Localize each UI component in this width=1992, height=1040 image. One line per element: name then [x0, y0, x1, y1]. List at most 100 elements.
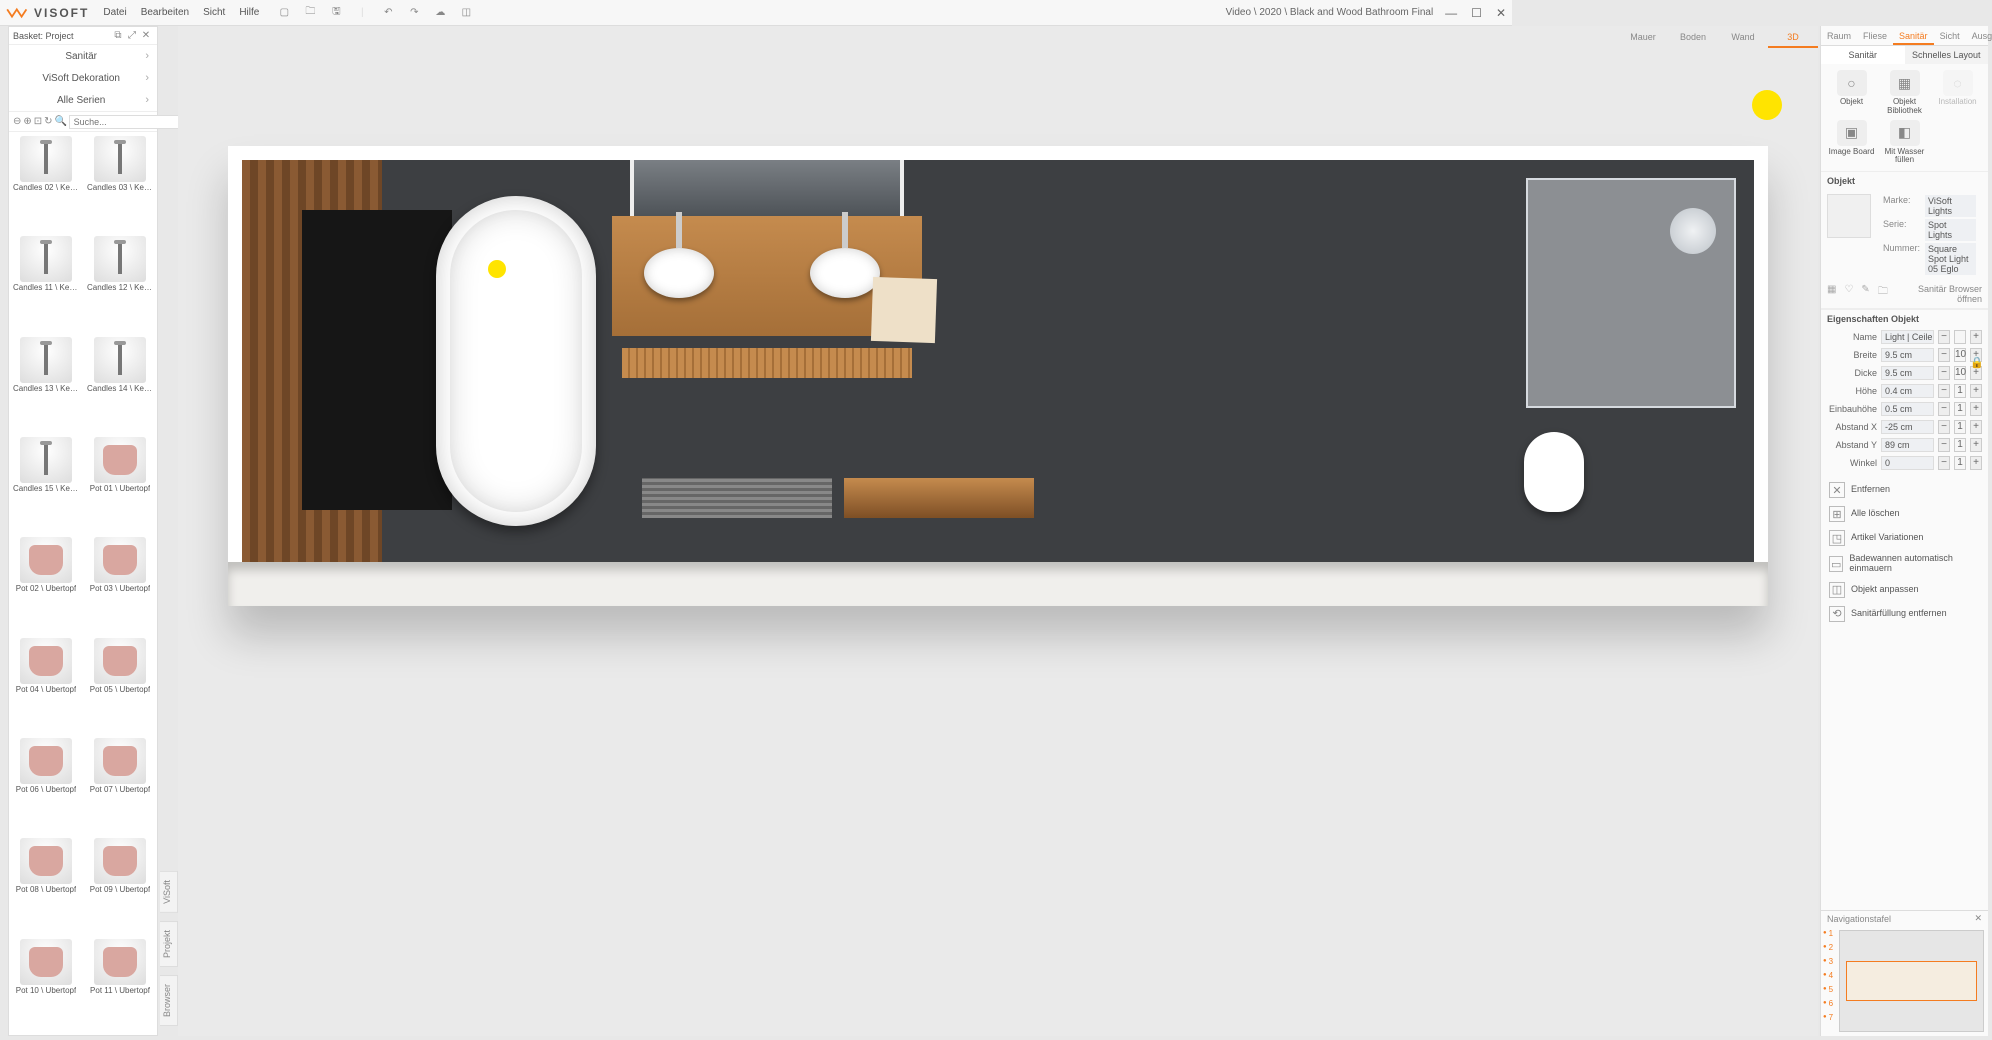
- menu-sicht[interactable]: Sicht: [203, 7, 225, 18]
- asset-thumb[interactable]: Candles 14 \ Kerzen: [83, 333, 157, 433]
- menu-datei[interactable]: Datei: [103, 7, 126, 18]
- grid-icon[interactable]: ▦: [1827, 284, 1836, 304]
- asset-thumb[interactable]: Candles 13 \ Kerzen: [9, 333, 83, 433]
- asset-thumb[interactable]: Candles 11 \ Kerzen: [9, 232, 83, 332]
- increment-button[interactable]: +: [1970, 402, 1982, 416]
- refresh-icon[interactable]: ↻: [44, 116, 52, 128]
- minimize-icon[interactable]: —: [1445, 6, 1457, 20]
- menu-hilfe[interactable]: Hilfe: [239, 7, 259, 18]
- menu-bearbeiten[interactable]: Bearbeiten: [141, 7, 189, 18]
- asset-thumb[interactable]: Candles 03 \ Kerzen: [83, 132, 157, 232]
- viewtab-boden[interactable]: Boden: [1668, 26, 1718, 48]
- prop-value[interactable]: 0.5 cm: [1881, 402, 1934, 416]
- expand-icon[interactable]: ⤢: [125, 30, 139, 41]
- increment-button[interactable]: +: [1970, 456, 1982, 470]
- asset-thumb[interactable]: Candles 15 \ Kerze: [9, 433, 83, 533]
- maximize-icon[interactable]: ☐: [1471, 6, 1482, 20]
- favorite-icon[interactable]: ♡: [1844, 284, 1853, 304]
- tool-image-board[interactable]: ▣Image Board: [1827, 120, 1876, 166]
- nav-point-7[interactable]: 7: [1821, 1010, 1835, 1024]
- asset-thumb[interactable]: Candles 02 \ Kerze: [9, 132, 83, 232]
- accordion-alle-serien[interactable]: Alle Serien›: [9, 89, 157, 111]
- action-entfernen[interactable]: ✕Entfernen: [1821, 478, 1988, 502]
- nav-point-2[interactable]: 2: [1821, 940, 1835, 954]
- subtab-schnelles-layout[interactable]: Schnelles Layout: [1905, 46, 1989, 64]
- edit-icon[interactable]: ✎: [1861, 284, 1869, 304]
- tool-objekt[interactable]: ○Objekt: [1827, 70, 1876, 116]
- decrement-button[interactable]: −: [1938, 348, 1950, 362]
- rtab-fliese[interactable]: Fliese: [1857, 26, 1893, 45]
- nav-point-1[interactable]: 1: [1821, 926, 1835, 940]
- tool-objekt-bibliothek[interactable]: ▦Objekt Bibliothek: [1880, 70, 1929, 116]
- action-sanit-rf-llung-entfernen[interactable]: ⟲Sanitärfüllung entfernen: [1821, 602, 1988, 626]
- decrement-button[interactable]: −: [1938, 384, 1950, 398]
- prop-value[interactable]: 0.4 cm: [1881, 384, 1934, 398]
- prop-value[interactable]: 9.5 cm: [1881, 366, 1934, 380]
- rtab-sanitär[interactable]: Sanitär: [1893, 26, 1934, 45]
- zoom-out-icon[interactable]: ⊖: [13, 116, 21, 128]
- nav-point-3[interactable]: 3: [1821, 954, 1835, 968]
- asset-thumb[interactable]: Pot 11 \ Übertopf: [83, 935, 157, 1035]
- viewtab-3d[interactable]: 3D: [1768, 26, 1818, 48]
- vtab-visoft[interactable]: ViSoft: [160, 871, 178, 913]
- open-file-icon[interactable]: 🗀: [303, 6, 317, 20]
- decrement-button[interactable]: −: [1938, 438, 1950, 452]
- close-icon[interactable]: ✕: [1496, 6, 1506, 20]
- decrement-button[interactable]: −: [1938, 420, 1950, 434]
- asset-thumb[interactable]: Pot 01 \ Übertopf: [83, 433, 157, 533]
- asset-thumb[interactable]: Pot 08 \ Übertopf: [9, 834, 83, 934]
- nav-point-6[interactable]: 6: [1821, 996, 1835, 1010]
- cloud-icon[interactable]: ☁: [433, 6, 447, 20]
- decrement-button[interactable]: −: [1938, 402, 1950, 416]
- asset-thumb[interactable]: Pot 03 \ Übertopf: [83, 533, 157, 633]
- vtab-browser[interactable]: Browser: [160, 975, 178, 1026]
- asset-thumb[interactable]: Pot 10 \ Übertopf: [9, 935, 83, 1035]
- prop-value[interactable]: 9.5 cm: [1881, 348, 1934, 362]
- asset-thumb[interactable]: Pot 07 \ Übertopf: [83, 734, 157, 834]
- nav-close-icon[interactable]: ✕: [1974, 913, 1982, 924]
- action-objekt-anpassen[interactable]: ◫Objekt anpassen: [1821, 578, 1988, 602]
- asset-thumb[interactable]: Pot 06 \ Übertopf: [9, 734, 83, 834]
- rtab-raum[interactable]: Raum: [1821, 26, 1857, 45]
- zoom-in-icon[interactable]: ⊕: [23, 116, 31, 128]
- popout-icon[interactable]: ⧉: [111, 30, 125, 41]
- subtab-sanitär[interactable]: Sanitär: [1821, 46, 1905, 64]
- window-icon[interactable]: ◫: [459, 6, 473, 20]
- nav-point-5[interactable]: 5: [1821, 982, 1835, 996]
- save-icon[interactable]: 🖫: [329, 6, 343, 20]
- increment-button[interactable]: +: [1970, 330, 1982, 344]
- asset-thumb[interactable]: Pot 04 \ Übertopf: [9, 634, 83, 734]
- prop-value[interactable]: -25 cm: [1881, 420, 1934, 434]
- action-alle-l-schen[interactable]: ⊞Alle löschen: [1821, 502, 1988, 526]
- tool-mit-wasser-füllen[interactable]: ◧Mit Wasser füllen: [1880, 120, 1929, 166]
- panel-close-icon[interactable]: ✕: [139, 30, 153, 41]
- new-file-icon[interactable]: ▢: [277, 6, 291, 20]
- decrement-button[interactable]: −: [1938, 456, 1950, 470]
- minimap[interactable]: [1839, 930, 1984, 1032]
- increment-button[interactable]: +: [1970, 438, 1982, 452]
- asset-thumb[interactable]: Pot 02 \ Übertopf: [9, 533, 83, 633]
- asset-thumb[interactable]: Pot 09 \ Übertopf: [83, 834, 157, 934]
- increment-button[interactable]: +: [1970, 420, 1982, 434]
- rtab-sicht[interactable]: Sicht: [1934, 26, 1966, 45]
- zoom-fit-icon[interactable]: ⊡: [34, 116, 42, 128]
- redo-icon[interactable]: ↷: [407, 6, 421, 20]
- lock-icon[interactable]: 🔒: [1970, 356, 1984, 369]
- decrement-button[interactable]: −: [1938, 366, 1950, 380]
- accordion-dekoration[interactable]: ViSoft Dekoration›: [9, 67, 157, 89]
- open-browser-link[interactable]: Sanitär Browser öffnen: [1896, 284, 1982, 304]
- undo-icon[interactable]: ↶: [381, 6, 395, 20]
- increment-button[interactable]: +: [1970, 384, 1982, 398]
- prop-value[interactable]: Light | Ceile: [1881, 330, 1934, 344]
- rtab-ausgabe[interactable]: Ausgabe: [1966, 26, 1992, 45]
- vtab-projekt[interactable]: Projekt: [160, 921, 178, 967]
- nav-point-4[interactable]: 4: [1821, 968, 1835, 982]
- accordion-sanitaer[interactable]: Sanitär›: [9, 45, 157, 67]
- asset-thumb[interactable]: Candles 12 \ Kerzen: [83, 232, 157, 332]
- folder-icon[interactable]: 🗀: [1878, 284, 1888, 304]
- viewtab-mauer[interactable]: Mauer: [1618, 26, 1668, 48]
- action-artikel-variationen[interactable]: ◳Artikel Variationen: [1821, 526, 1988, 550]
- prop-value[interactable]: 89 cm: [1881, 438, 1934, 452]
- viewport[interactable]: Mauer Boden Wand 3D: [178, 26, 1818, 1036]
- action-badewannen-automatisch-einmauern[interactable]: ▭Badewannen automatisch einmauern: [1821, 550, 1988, 578]
